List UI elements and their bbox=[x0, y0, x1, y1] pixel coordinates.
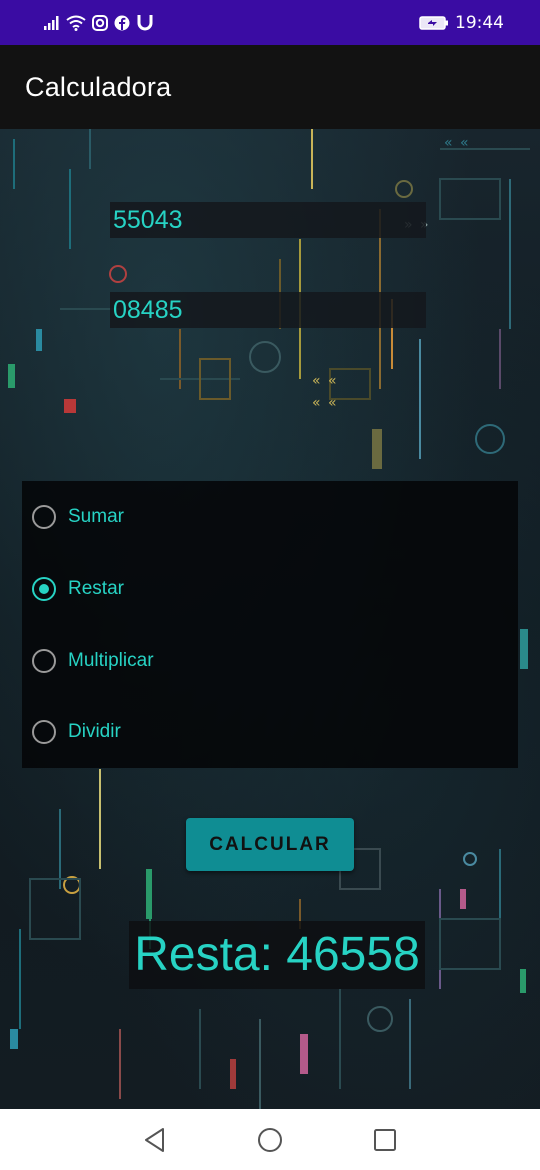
back-icon[interactable] bbox=[140, 1125, 170, 1155]
radio-button[interactable] bbox=[32, 720, 56, 744]
radio-option-dividir[interactable]: Dividir bbox=[32, 712, 121, 752]
navigation-bar bbox=[0, 1109, 540, 1170]
recents-icon[interactable] bbox=[370, 1125, 400, 1155]
magnet-icon bbox=[136, 13, 154, 33]
app-bar: Calculadora bbox=[0, 45, 540, 129]
instagram-icon bbox=[92, 13, 108, 33]
home-icon[interactable] bbox=[255, 1125, 285, 1155]
status-time: 19:44 bbox=[455, 12, 504, 33]
signal-icon bbox=[44, 13, 60, 33]
svg-text:«: « bbox=[444, 135, 453, 151]
svg-text:«: « bbox=[312, 395, 321, 411]
facebook-icon bbox=[114, 13, 130, 33]
operation-radio-group: Sumar Restar Multiplicar Dividir bbox=[22, 481, 518, 768]
svg-text:«: « bbox=[460, 135, 469, 151]
content-area: «« «« »» «« 55043 08485 Sumar Restar Mul… bbox=[0, 129, 540, 1109]
svg-text:«: « bbox=[328, 395, 337, 411]
result-text: Resta: 46558 bbox=[129, 921, 425, 989]
radio-button-checked[interactable] bbox=[32, 577, 56, 601]
radio-option-sumar[interactable]: Sumar bbox=[32, 497, 124, 537]
radio-label: Multiplicar bbox=[68, 650, 154, 671]
first-number-input[interactable]: 55043 bbox=[110, 202, 426, 238]
second-number-input[interactable]: 08485 bbox=[110, 292, 426, 328]
status-bar-right: 19:44 bbox=[419, 13, 504, 33]
wifi-icon bbox=[66, 13, 86, 33]
app-title: Calculadora bbox=[25, 71, 172, 102]
radio-option-restar[interactable]: Restar bbox=[32, 569, 124, 609]
battery-icon bbox=[419, 13, 449, 33]
radio-label: Dividir bbox=[68, 721, 121, 742]
radio-option-multiplicar[interactable]: Multiplicar bbox=[32, 641, 154, 681]
radio-button[interactable] bbox=[32, 649, 56, 673]
svg-text:«: « bbox=[312, 373, 321, 389]
radio-label: Restar bbox=[68, 578, 124, 599]
radio-button[interactable] bbox=[32, 505, 56, 529]
status-bar-left bbox=[44, 13, 154, 33]
radio-label: Sumar bbox=[68, 506, 124, 527]
status-bar: 19:44 bbox=[0, 0, 540, 45]
svg-text:«: « bbox=[328, 373, 337, 389]
calculate-button[interactable]: CALCULAR bbox=[186, 818, 354, 871]
